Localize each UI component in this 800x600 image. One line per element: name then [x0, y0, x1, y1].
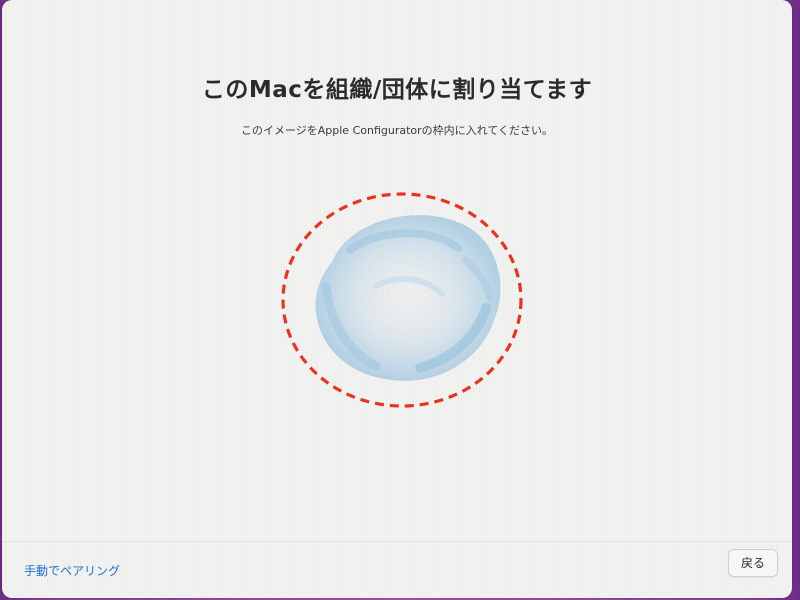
pairing-pattern — [315, 215, 501, 381]
setup-window: このMacを組織/団体に割り当てます このイメージをApple Configur… — [2, 0, 792, 598]
manual-pairing-link[interactable]: 手動でペアリング — [24, 562, 120, 579]
back-button[interactable]: 戻る — [727, 549, 778, 577]
footer-divider — [2, 541, 792, 542]
page-title: このMacを組織/団体に割り当てます — [201, 77, 593, 103]
scanner-svg — [281, 192, 523, 408]
scanner-area — [280, 190, 524, 410]
page-subtitle: このイメージをApple Configuratorの枠内に入れてください。 — [240, 124, 554, 137]
